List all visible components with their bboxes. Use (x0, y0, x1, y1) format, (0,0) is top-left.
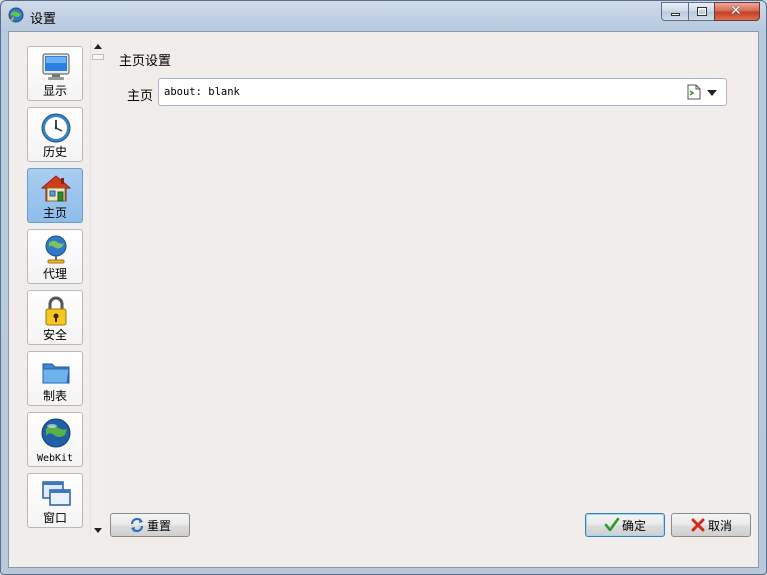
house-icon (40, 175, 72, 202)
sidebar-item-display[interactable]: 显示 (27, 46, 83, 101)
refresh-icon (130, 517, 144, 533)
sidebar-item-label: 主页 (42, 206, 67, 220)
folder-icon (42, 363, 70, 384)
settings-window: 设置 ✕ 显示 历史 主页 代理 安全 制表 WebKit 窗口 主页设置 主页… (0, 0, 767, 575)
dropdown-arrow-icon[interactable] (707, 90, 717, 96)
arrow-up-icon (94, 44, 102, 49)
sidebar-item-tabs[interactable]: 制表 (27, 351, 83, 406)
sidebar-item-label: 代理 (42, 267, 67, 281)
close-button[interactable]: ✕ (714, 2, 760, 21)
maximize-icon (697, 7, 707, 16)
sidebar-item-home[interactable]: 主页 (27, 168, 83, 223)
padlock-icon (45, 296, 67, 326)
ok-button[interactable]: 确定 (585, 513, 665, 537)
sidebar-item-label: 制表 (42, 389, 67, 403)
window-title: 设置 (30, 12, 57, 27)
page-icon[interactable] (687, 84, 701, 100)
clock-icon (41, 113, 71, 143)
settings-sidebar: 显示 历史 主页 代理 安全 制表 WebKit 窗口 (27, 46, 83, 532)
cancel-button-label: 取消 (707, 518, 732, 533)
title-bar[interactable]: 设置 ✕ (1, 1, 766, 31)
checkmark-icon (604, 517, 620, 532)
minimize-icon (671, 13, 680, 16)
close-icon: ✕ (730, 3, 742, 19)
scroll-up-button[interactable] (91, 40, 105, 54)
section-title: 主页设置 (119, 54, 172, 69)
ok-button-label: 确定 (621, 518, 646, 533)
sidebar-item-label: 安全 (42, 328, 67, 342)
sidebar-item-proxy[interactable]: 代理 (27, 229, 83, 284)
reset-button[interactable]: 重置 (110, 513, 190, 537)
globe-icon (8, 7, 24, 23)
reset-button-label: 重置 (146, 518, 171, 533)
maximize-button[interactable] (688, 2, 714, 21)
monitor-icon (42, 53, 70, 80)
dialog-client-area: 显示 历史 主页 代理 安全 制表 WebKit 窗口 主页设置 主页 abou… (8, 31, 759, 568)
cancel-button[interactable]: 取消 (671, 513, 751, 537)
network-globe-icon (45, 235, 67, 264)
arrow-down-icon (94, 528, 102, 533)
sidebar-scrollbar[interactable] (90, 40, 105, 537)
sidebar-item-security[interactable]: 安全 (27, 290, 83, 345)
earth-icon (41, 418, 71, 448)
sidebar-item-history[interactable]: 历史 (27, 107, 83, 162)
caption-buttons: ✕ (661, 2, 760, 22)
sidebar-item-webkit[interactable]: WebKit (27, 412, 83, 467)
red-x-icon (691, 518, 705, 532)
homepage-url-input[interactable]: about: blank (164, 86, 240, 98)
scroll-down-button[interactable] (91, 523, 105, 537)
sidebar-item-label: WebKit (36, 453, 74, 464)
sidebar-item-label: 窗口 (42, 511, 67, 525)
scroll-thumb[interactable] (92, 54, 104, 60)
sidebar-item-window[interactable]: 窗口 (27, 473, 83, 528)
windows-icon (42, 481, 71, 506)
homepage-label: 主页 (127, 89, 154, 104)
minimize-button[interactable] (661, 2, 688, 21)
sidebar-item-label: 历史 (42, 145, 67, 159)
homepage-url-combobox[interactable]: about: blank (158, 78, 727, 106)
sidebar-item-label: 显示 (42, 84, 67, 98)
